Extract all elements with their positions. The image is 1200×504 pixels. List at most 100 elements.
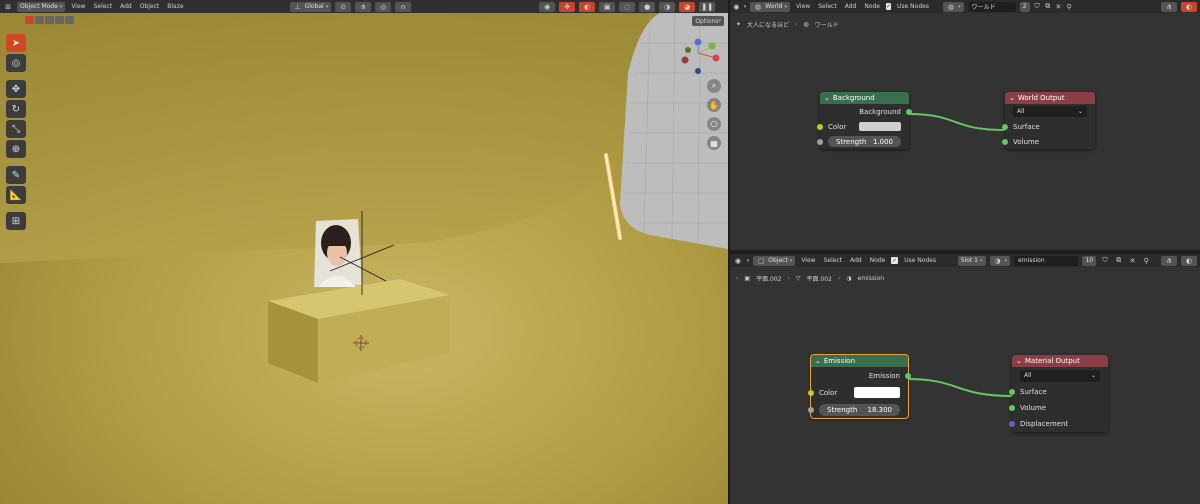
color-socket[interactable] (808, 389, 814, 396)
menu-view[interactable]: View (799, 257, 817, 264)
user-count-badge[interactable]: 10 (1082, 255, 1097, 266)
annotate-tool[interactable]: ✎ (6, 166, 26, 184)
target-dropdown[interactable]: All ⌄ (1020, 369, 1100, 382)
selection-modes[interactable] (25, 16, 74, 24)
node-header[interactable]: ⌄ Material Output (1012, 355, 1108, 367)
mode-dropdown[interactable]: Object Mode ▾ (17, 1, 66, 12)
color-swatch[interactable] (859, 122, 901, 131)
volume-socket[interactable] (1009, 404, 1015, 411)
menu-node[interactable]: Node (868, 257, 888, 264)
menu-add[interactable]: Add (848, 257, 864, 264)
use-nodes-checkbox[interactable]: ✓ (891, 257, 899, 264)
pause-render-button[interactable]: ❚❚ (699, 1, 716, 12)
zoom-button[interactable]: ⌕ (707, 79, 721, 93)
gizmo-toggle[interactable]: ✥ (559, 1, 576, 12)
add-cube-tool[interactable]: ⊞ (6, 212, 26, 230)
fake-user-icon[interactable]: ⛉ (1100, 256, 1110, 266)
world-name-field[interactable]: ワールド (967, 1, 1016, 12)
close-icon[interactable]: ✕ (1128, 256, 1138, 266)
menu-view[interactable]: View (794, 3, 812, 10)
shader-type-dropdown[interactable]: ◍ World ▾ (750, 1, 790, 12)
options-button[interactable]: Options ▾ (692, 16, 724, 26)
gizmo-y-axis[interactable] (708, 42, 716, 50)
pin-icon[interactable]: ⚲ (1066, 2, 1073, 12)
surface-socket[interactable] (1002, 123, 1008, 130)
falloff-dropdown[interactable]: ∩ (395, 1, 412, 12)
displacement-socket[interactable] (1009, 420, 1015, 427)
transform-tool[interactable]: ⊕ (6, 140, 26, 158)
select-new-icon[interactable] (25, 16, 34, 24)
close-icon[interactable]: ✕ (1055, 2, 1062, 12)
pin-icon[interactable]: ⚲ (1141, 256, 1151, 266)
snap-dropdown[interactable]: ⋔ (355, 1, 372, 12)
menu-view[interactable]: View (69, 3, 87, 10)
strength-socket[interactable] (817, 138, 823, 145)
user-count-badge[interactable]: 2 (1019, 1, 1030, 12)
menu-select[interactable]: Select (92, 3, 115, 10)
surface-socket[interactable] (1009, 388, 1015, 395)
snap-toggle[interactable]: ⋔ (1161, 1, 1178, 12)
scale-tool[interactable]: ⤡ (6, 120, 26, 138)
editor-type-icon[interactable]: ⊞ (3, 2, 13, 12)
cursor-tool[interactable]: ◎ (6, 54, 26, 72)
output-socket[interactable] (905, 372, 911, 379)
background-node[interactable]: ⌄ Background Background Color Strength 1.0… (817, 92, 912, 149)
select-invert-icon[interactable] (55, 16, 64, 24)
move-tool[interactable]: ✥ (6, 80, 26, 98)
material-name-field[interactable]: emission (1014, 255, 1079, 266)
strength-field[interactable]: Strength 18.300 (819, 403, 900, 416)
shading-solid-button[interactable]: ● (639, 1, 656, 12)
chevron-down-icon[interactable]: ⌄ (815, 357, 821, 365)
material-browse-button[interactable]: ◑ ▾ (989, 255, 1011, 266)
editor-type-icon[interactable]: ◉ (733, 2, 740, 12)
shader-type-dropdown[interactable]: ▢ Object ▾ (753, 255, 796, 266)
chevron-down-icon[interactable]: ⌄ (1009, 94, 1015, 102)
material-output-node[interactable]: ⌄ Material Output All ⌄ Surface Volume Dis… (1009, 355, 1108, 432)
output-socket[interactable] (906, 108, 912, 115)
slot-dropdown[interactable]: Slot 1 ▾ (957, 255, 986, 266)
menu-node[interactable]: Node (862, 3, 882, 10)
menu-select[interactable]: Select (822, 257, 845, 264)
select-intersect-icon[interactable] (65, 16, 74, 24)
strength-socket[interactable] (808, 406, 814, 413)
3d-viewport[interactable]: ⊞ Object Mode ▾ View Select Add Object Bl… (0, 0, 728, 504)
orientation-dropdown[interactable]: ⊥ Global ▾ (289, 1, 332, 12)
viewport-scene[interactable] (0, 13, 728, 504)
camera-view-button[interactable]: ⎔ (707, 117, 721, 131)
select-subtract-icon[interactable] (45, 16, 54, 24)
overlay-toggle[interactable]: ◐ (1181, 1, 1198, 12)
chevron-down-icon[interactable]: ⌄ (1016, 357, 1022, 365)
color-swatch[interactable] (854, 387, 900, 398)
overlay-toggle[interactable]: ◐ (1181, 255, 1198, 266)
proportional-edit-button[interactable]: ◎ (375, 1, 392, 12)
menu-select[interactable]: Select (816, 3, 839, 10)
pivot-dropdown[interactable]: ⊙ (335, 1, 352, 12)
use-nodes-checkbox[interactable]: ✓ (886, 3, 892, 10)
menu-add[interactable]: Add (843, 3, 859, 10)
visibility-dropdown[interactable]: ◉ (539, 1, 556, 12)
pan-button[interactable]: ✋ (707, 98, 721, 112)
chevron-down-icon[interactable]: ⌄ (824, 94, 830, 102)
shading-material-button[interactable]: ◑ (659, 1, 676, 12)
select-box-tool[interactable]: ➤ (6, 34, 26, 52)
target-dropdown[interactable]: All ⌄ (1013, 106, 1087, 117)
menu-blaze[interactable]: Blaze (165, 3, 185, 10)
rotate-tool[interactable]: ↻ (6, 100, 26, 118)
material-node-editor[interactable]: ◉ ▾ ▢ Object ▾ View Select Add Node ✓ Use … (730, 254, 1200, 504)
shading-rendered-button[interactable]: ◕ (679, 1, 696, 12)
volume-socket[interactable] (1002, 138, 1008, 145)
select-extend-icon[interactable] (35, 16, 44, 24)
world-browse-button[interactable]: ◍ ▾ (942, 1, 964, 12)
gizmo-z-axis[interactable] (694, 38, 702, 46)
duplicate-icon[interactable]: ⧉ (1114, 256, 1124, 266)
snap-toggle[interactable]: ⋔ (1161, 255, 1178, 266)
node-header[interactable]: ⌄ Emission (811, 355, 908, 367)
node-header[interactable]: ⌄ World Output (1005, 92, 1095, 104)
world-output-node[interactable]: ⌄ World Output All ⌄ Surface Volume (1002, 92, 1095, 149)
shading-wire-button[interactable]: ◌ (619, 1, 636, 12)
editor-type-icon[interactable]: ◉ (733, 256, 743, 266)
gizmo-x-axis[interactable] (712, 54, 720, 62)
strength-field[interactable]: Strength 1.000 (828, 136, 901, 147)
menu-object[interactable]: Object (138, 3, 162, 10)
measure-tool[interactable]: 📐 (6, 186, 26, 204)
